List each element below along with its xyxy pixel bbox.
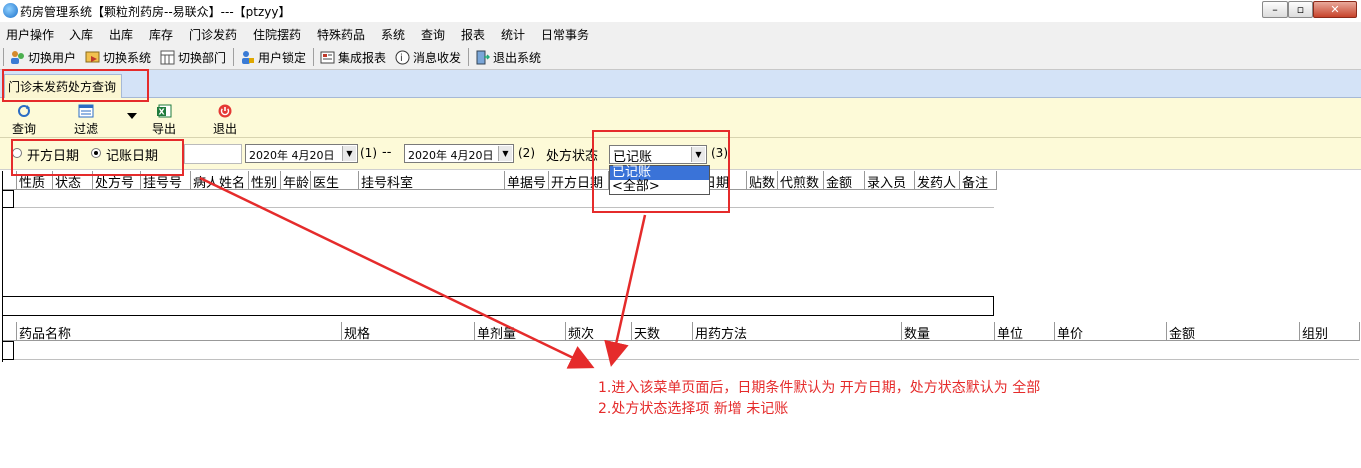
arrow-from-status [604, 214, 647, 367]
annotation-note-2: 2.处方状态选择项 新增 未记账 [598, 401, 789, 417]
annotation-note-1: 1.进入该菜单页面后，日期条件默认为 开方日期，处方状态默认为 全部 [598, 380, 1041, 396]
arrow-from-date-type [199, 176, 595, 369]
